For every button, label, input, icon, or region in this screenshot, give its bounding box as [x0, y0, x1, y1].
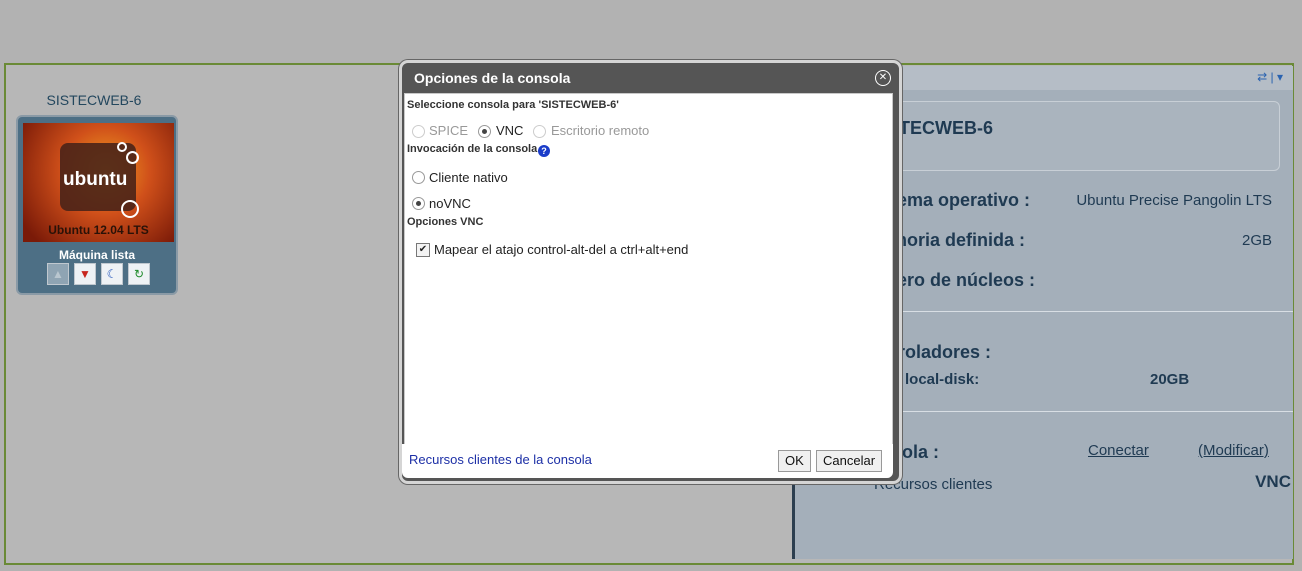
os-label: stema operativo :: [881, 190, 1031, 210]
cancel-button[interactable]: Cancelar: [816, 450, 883, 472]
console-resources-link[interactable]: Recursos clientes de la consola: [409, 452, 592, 467]
vm-actions: ▲ ▼ ☾ ↻: [47, 263, 150, 285]
native-client-label: Cliente nativo: [429, 170, 508, 185]
select-console-heading: Seleccione consola para 'SISTECWEB-6': [407, 99, 619, 111]
shutdown-icon[interactable]: ▼: [74, 263, 96, 285]
ubuntu-logo-text: ubuntu: [63, 169, 128, 190]
ok-button[interactable]: OK: [778, 450, 811, 472]
refresh-icon[interactable]: ⇄ | ▾: [1257, 70, 1283, 84]
dialog-title: Opciones de la consola: [414, 70, 571, 86]
spice-radio[interactable]: [412, 125, 425, 138]
cores-label: mero de núcleos :: [881, 270, 1036, 290]
ubuntu-bubble: [121, 200, 139, 218]
vm-thumbnail[interactable]: ubuntu Ubuntu 12.04 LTS: [23, 123, 174, 242]
close-icon[interactable]: ✕: [875, 70, 891, 86]
dialog-header[interactable]: Opciones de la consola ✕: [402, 63, 899, 93]
dialog-footer: Recursos clientes de la consola OK Cance…: [402, 444, 893, 478]
reboot-icon[interactable]: ↻: [128, 263, 150, 285]
os-value: Ubuntu Precise Pangolin LTS: [1076, 192, 1272, 209]
native-client-radio[interactable]: [412, 171, 425, 184]
start-icon[interactable]: ▲: [47, 263, 69, 285]
vnc-radio[interactable]: [478, 125, 491, 138]
memory-label: emoria definida :: [881, 230, 1026, 250]
remote-desktop-label: Escritorio remoto: [551, 123, 650, 138]
details-vm-name: STECWEB-6: [887, 118, 994, 138]
connect-link[interactable]: Conectar: [1088, 442, 1149, 459]
ubuntu-bubble: [117, 142, 127, 152]
vnc-label: VNC: [496, 123, 524, 138]
dialog-body: Seleccione consola para 'SISTECWEB-6' SP…: [404, 93, 893, 445]
spice-label: SPICE: [429, 123, 469, 138]
ctrl-alt-del-checkbox[interactable]: ✔: [416, 243, 430, 257]
disk-name: local-disk:: [905, 371, 980, 388]
novnc-label: noVNC: [429, 196, 471, 211]
suspend-moon-icon[interactable]: ☾: [101, 263, 123, 285]
modify-link[interactable]: (Modificar): [1198, 442, 1269, 459]
memory-value: 2GB: [1241, 232, 1272, 249]
vm-os-label: Ubuntu 12.04 LTS: [48, 223, 149, 237]
vm-name[interactable]: SISTECWEB-6: [20, 92, 168, 108]
console-protocol: VNC: [1255, 472, 1291, 491]
vm-status: Máquina lista: [58, 248, 135, 262]
disk-size: 20GB: [1150, 371, 1190, 388]
remote-desktop-radio[interactable]: [533, 125, 546, 138]
novnc-radio[interactable]: [412, 197, 425, 210]
ubuntu-bubble: [126, 151, 139, 164]
help-icon[interactable]: ?: [538, 145, 550, 157]
vm-card[interactable]: ubuntu Ubuntu 12.04 LTS Máquina lista ▲ …: [16, 115, 178, 295]
ctrl-alt-del-label: Mapear el atajo control-alt-del a ctrl+a…: [434, 242, 689, 257]
console-options-dialog: Opciones de la consola ✕ Seleccione cons…: [399, 60, 902, 484]
invocation-heading: Invocación de la consola: [407, 143, 538, 155]
vnc-options-heading: Opciones VNC: [407, 216, 484, 228]
